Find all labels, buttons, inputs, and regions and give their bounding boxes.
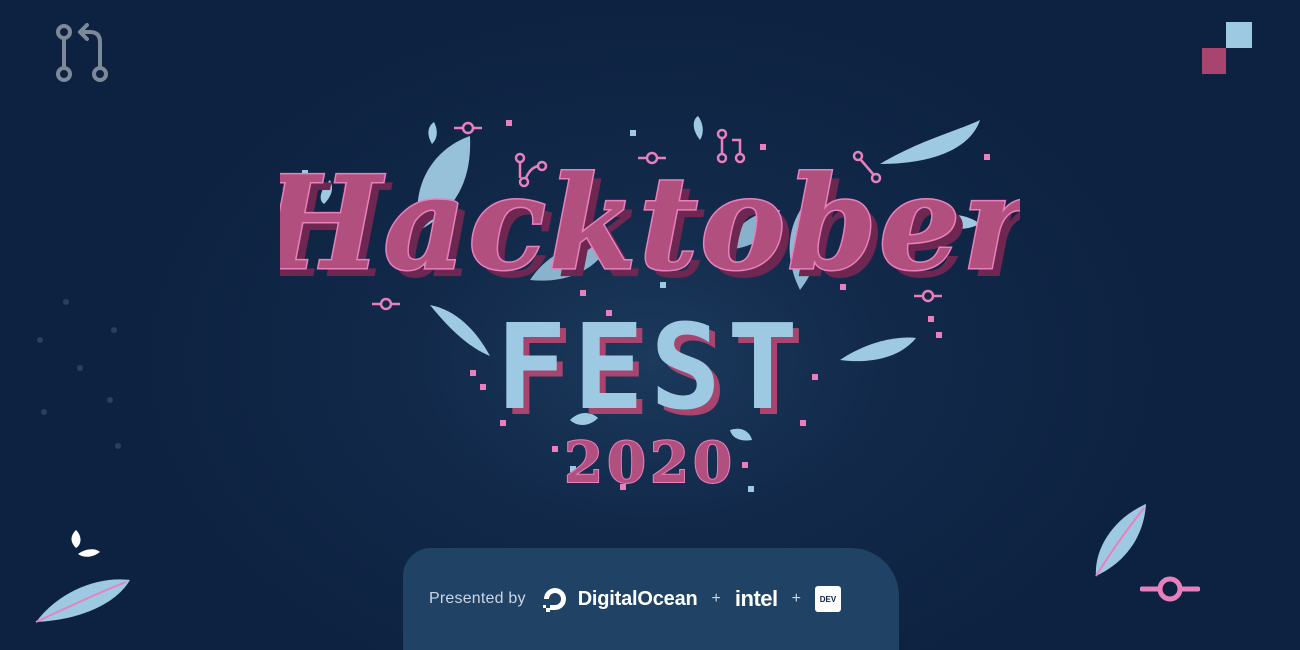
year-label: 2020 bbox=[564, 430, 736, 496]
presented-by-label: Presented by bbox=[429, 590, 526, 607]
digitalocean-label: DigitalOcean bbox=[577, 587, 698, 610]
hacktoberfest-banner: Hacktober Hacktober FEST FEST 2020 Prese… bbox=[0, 0, 1300, 650]
subtitle-word: FEST bbox=[496, 298, 804, 436]
sponsor-bar: Presented by DigitalOcean + intel + DEV bbox=[403, 548, 899, 650]
leaf-icon bbox=[35, 530, 130, 623]
dev-logo: DEV bbox=[814, 586, 841, 612]
plus-separator: + bbox=[791, 590, 801, 607]
dev-label: DEV bbox=[819, 594, 837, 604]
plus-separator: + bbox=[711, 590, 721, 607]
intel-label: intel bbox=[734, 586, 778, 611]
git-commit-icon bbox=[1140, 576, 1200, 602]
hacktoberfest-logo-artwork: Hacktober Hacktober FEST FEST 2020 bbox=[280, 116, 1020, 497]
leaf-icon bbox=[1095, 504, 1146, 577]
git-pull-request-icon bbox=[56, 23, 108, 82]
digitalocean-logo-icon bbox=[542, 588, 566, 612]
dots-decoration bbox=[37, 299, 121, 449]
pixel-squares-icon bbox=[1202, 22, 1252, 74]
title-word: Hacktober bbox=[280, 149, 1020, 299]
